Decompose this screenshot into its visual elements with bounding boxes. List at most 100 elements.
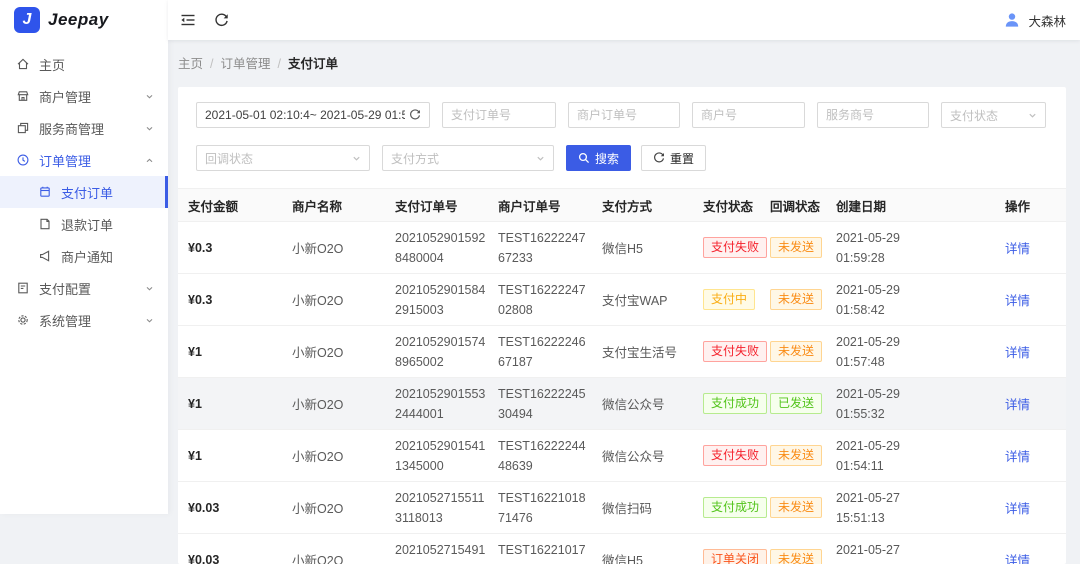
pay-status-select[interactable]: 支付状态 (941, 102, 1046, 128)
breadcrumb-item[interactable]: 主页 (178, 57, 203, 71)
pay-way-cell: 微信H5 (592, 221, 693, 274)
pay-order-no-cell: 20210529015748965002 (385, 325, 488, 378)
date-range-value: 2021-05-01 02:10:4~ 2021-05-29 01:59:5 (205, 108, 405, 122)
created-cell: 2021-05-29 01:57:48 (826, 325, 995, 378)
pay-order-no-cell: 20210529015411345000 (385, 429, 488, 482)
detail-link[interactable]: 详情 (1005, 346, 1030, 360)
search-button[interactable]: 搜索 (566, 145, 632, 171)
user-menu[interactable]: 大森林 (1003, 11, 1066, 30)
amount-cell: ¥1 (178, 429, 282, 482)
notify-status-badge: 已发送 (770, 393, 823, 414)
amount-cell: ¥0.03 (178, 481, 282, 534)
pay-status-cell: 支付成功 (693, 481, 768, 534)
notify-status-cell: 未发送 (760, 273, 826, 326)
breadcrumb-item: 支付订单 (288, 57, 339, 71)
main-area: 大森林 主页 / 订单管理 / 支付订单 2021-05-01 02:10:4~ 202… (168, 0, 1080, 564)
sidebar-item[interactable]: 服务商管理 (0, 112, 168, 144)
sidebar-item[interactable]: 退款订单 (0, 208, 168, 240)
action-cell: 详情 (995, 325, 1066, 378)
topbar: 大森林 (168, 0, 1080, 40)
order-icon (16, 153, 30, 167)
sidebar-menu: 主页商户管理 服务商管理 订单管理支付订单退款订单商户通知 支付配置系统管理 (0, 40, 168, 336)
avatar-icon (1003, 11, 1021, 29)
chevron-down-icon (145, 124, 154, 133)
pay-status-badge: 支付成功 (703, 393, 768, 414)
sidebar-item-label: 系统管理 (39, 313, 92, 329)
action-cell: 详情 (995, 221, 1066, 274)
column-header: 商户订单号 (488, 188, 592, 222)
pay-status-cell: 支付失败 (693, 429, 768, 482)
sidebar-item[interactable]: 系统管理 (0, 304, 168, 336)
chevron-down-icon (145, 92, 154, 101)
column-header: 操作 (995, 188, 1066, 222)
mch-order-no-cell: TEST1622224530494 (488, 377, 592, 430)
search-button-label: 搜索 (595, 151, 620, 166)
pay-status-badge: 支付失败 (703, 445, 768, 466)
merchant-name-cell: 小新O2O (282, 325, 385, 378)
reload-icon[interactable] (214, 13, 229, 28)
detail-link[interactable]: 详情 (1005, 554, 1030, 564)
table-row: ¥0.03 小新O2O 20210527155113118013 TEST162210… (178, 481, 1066, 534)
mch-no-input[interactable] (692, 102, 805, 128)
notify-status-cell: 未发送 (760, 221, 826, 274)
content-card: 2021-05-01 02:10:4~ 2021-05-29 01:59:5 支… (178, 87, 1066, 564)
sidebar-item-label: 退款订单 (61, 217, 114, 233)
sidebar-item[interactable]: 商户管理 (0, 80, 168, 112)
pay-way-cell: 微信H5 (592, 533, 693, 564)
notify-status-cell: 未发送 (760, 481, 826, 534)
notify-status-badge: 未发送 (770, 445, 823, 466)
search-icon (578, 152, 590, 164)
payment-order-icon (38, 185, 52, 199)
pay-order-no-cell: 20210529015928480004 (385, 221, 488, 274)
sidebar-item[interactable]: 支付订单 (0, 176, 168, 208)
merchant-notify-icon (38, 249, 52, 263)
isv-no-input[interactable] (817, 102, 929, 128)
mch-order-no-input[interactable] (568, 102, 680, 128)
sidebar-item-label: 支付订单 (61, 185, 114, 201)
sidebar-item[interactable]: 主页 (0, 48, 168, 80)
pay-order-no-input[interactable] (442, 102, 556, 128)
sidebar-item[interactable]: 订单管理 (0, 144, 168, 176)
notify-status-select-value: 回调状态 (205, 151, 254, 166)
merchant-name-cell: 小新O2O (282, 429, 385, 482)
brand-name: Jeepay (48, 10, 109, 29)
sync-icon[interactable] (409, 109, 421, 121)
pay-way-select[interactable]: 支付方式 (382, 145, 554, 171)
notify-status-badge: 未发送 (770, 341, 823, 362)
notify-status-cell: 未发送 (760, 429, 826, 482)
chevron-down-icon (536, 154, 545, 163)
mch-order-no-cell: TEST1622224767233 (488, 221, 592, 274)
pay-status-badge: 支付中 (703, 289, 756, 310)
created-cell: 2021-05-29 01:55:32 (826, 377, 995, 430)
pay-status-badge: 支付成功 (703, 497, 768, 518)
breadcrumb-separator: / (277, 57, 281, 71)
table-row: ¥0.3 小新O2O 20210529015842915003 TEST1622224… (178, 273, 1066, 326)
table-row: ¥1 小新O2O 20210529015532444001 TEST162222453… (178, 377, 1066, 430)
logo[interactable]: J Jeepay (0, 0, 168, 40)
detail-link[interactable]: 详情 (1005, 242, 1030, 256)
date-range-input[interactable]: 2021-05-01 02:10:4~ 2021-05-29 01:59:5 (196, 102, 430, 128)
amount-cell: ¥0.03 (178, 533, 282, 564)
notify-status-cell: 未发送 (760, 325, 826, 378)
action-cell: 详情 (995, 377, 1066, 430)
pay-way-cell: 微信扫码 (592, 481, 693, 534)
sidebar-item[interactable]: 商户通知 (0, 240, 168, 272)
app-layout: J Jeepay 主页 商户管理 服务商管理 订单管理 支付订单 退款订单 商户通知 支付配置… (0, 0, 1080, 564)
sidebar-item-label: 主页 (39, 57, 66, 73)
system-icon (16, 313, 30, 327)
breadcrumb-item[interactable]: 订单管理 (221, 57, 271, 71)
pay-status-cell: 支付成功 (693, 377, 768, 430)
notify-status-select[interactable]: 回调状态 (196, 145, 370, 171)
detail-link[interactable]: 详情 (1005, 294, 1030, 308)
merchant-name-cell: 小新O2O (282, 481, 385, 534)
detail-link[interactable]: 详情 (1005, 450, 1030, 464)
reset-button[interactable]: 重置 (641, 145, 707, 171)
mch-order-no-cell: TEST1622224448639 (488, 429, 592, 482)
menu-fold-icon[interactable] (180, 12, 196, 28)
pay-status-cell: 支付失败 (693, 325, 768, 378)
detail-link[interactable]: 详情 (1005, 502, 1030, 516)
column-header: 创建日期 (826, 188, 995, 222)
pay-way-select-value: 支付方式 (391, 151, 440, 166)
detail-link[interactable]: 详情 (1005, 398, 1030, 412)
sidebar-item[interactable]: 支付配置 (0, 272, 168, 304)
